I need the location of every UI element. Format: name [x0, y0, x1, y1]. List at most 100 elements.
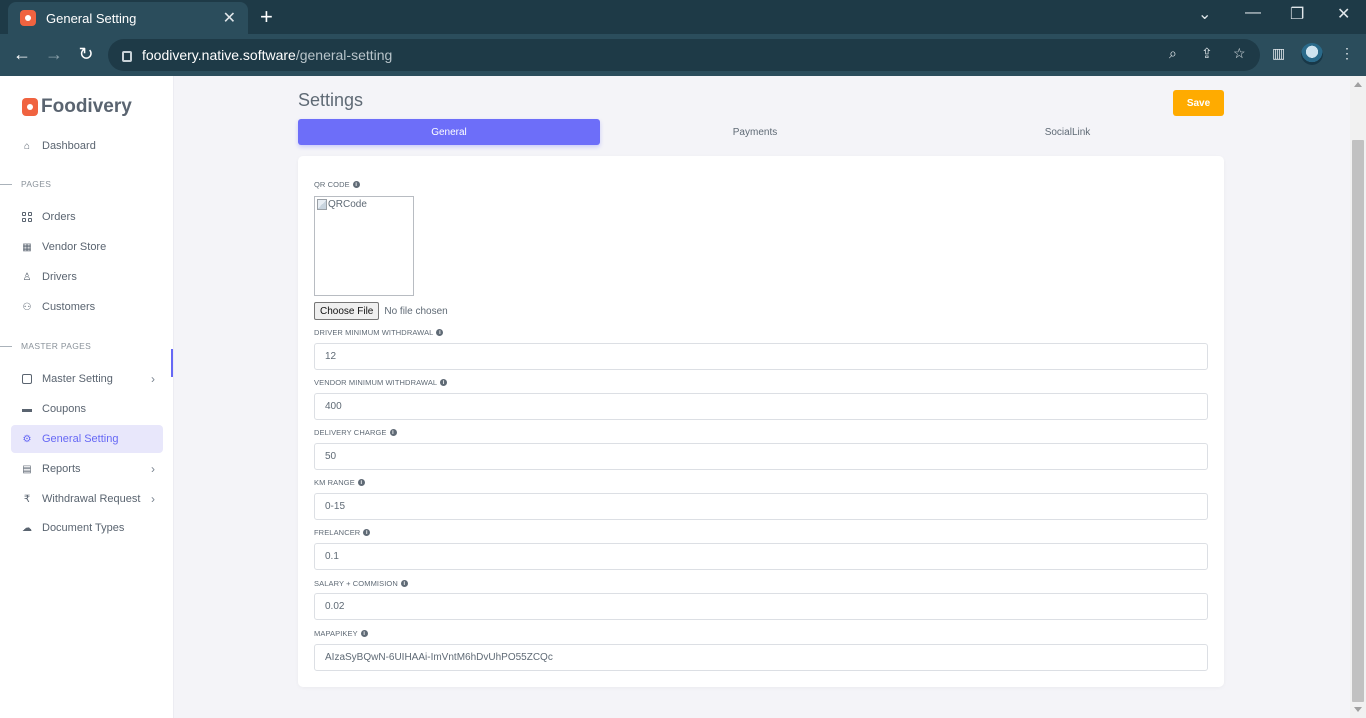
sidebar-item-drivers[interactable]: ♙ Drivers — [11, 263, 163, 291]
chevron-right-icon: › — [151, 462, 155, 476]
chevron-right-icon: › — [151, 372, 155, 386]
brand-logo[interactable]: Foodivery — [22, 96, 132, 118]
sidebar-item-general-setting[interactable]: ⚙ General Setting — [11, 425, 163, 453]
vendor-min-withdrawal-input[interactable] — [314, 393, 1208, 420]
frelancer-input[interactable] — [314, 543, 1208, 570]
tab-title: General Setting — [46, 10, 137, 26]
close-window-icon[interactable]: ✕ — [1337, 4, 1350, 24]
vendor-min-withdrawal-label: VENDOR MINIMUM WITHDRAWAL i — [314, 378, 448, 387]
info-icon: i — [352, 181, 360, 188]
sidebar-item-reports[interactable]: ▤ Reports › — [11, 455, 163, 483]
lock-icon — [122, 50, 132, 62]
delivery-charge-label: DELIVERY CHARGE i — [314, 428, 397, 437]
tab-search-chevron-icon[interactable]: ⌄ — [1198, 4, 1211, 24]
scroll-up-icon[interactable] — [1354, 82, 1362, 87]
sidebar-item-label: Dashboard — [42, 140, 96, 152]
sidebar-item-label: Master Setting — [42, 373, 113, 385]
foodivery-favicon-icon — [20, 10, 36, 26]
back-arrow-icon[interactable]: ← — [11, 43, 33, 65]
sidebar-item-label: Coupons — [42, 403, 87, 415]
driver-min-withdrawal-input[interactable] — [314, 343, 1208, 370]
tab-sociallink[interactable]: SocialLink — [911, 119, 1224, 145]
qr-code-image: QRCode — [314, 196, 414, 296]
minimize-icon[interactable]: — — [1245, 4, 1261, 22]
sidebar-item-label: Document Types — [42, 522, 125, 534]
km-range-label: KM RANGE i — [314, 478, 365, 487]
new-tab-button[interactable]: + — [260, 4, 273, 30]
sidebar-item-label: Orders — [42, 211, 76, 223]
page-title: Settings — [298, 90, 364, 110]
menu-kebab-icon[interactable]: ⋮ — [1340, 45, 1354, 62]
sidebar-item-vendor-store[interactable]: ▦ Vendor Store — [11, 233, 163, 261]
url-host: foodivery.native.software — [142, 47, 296, 63]
map-api-key-label: MAPAPIKEY i — [314, 629, 368, 638]
salary-commision-input[interactable] — [314, 593, 1208, 620]
sidebar-item-coupons[interactable]: ▬ Coupons — [11, 395, 163, 423]
sidebar-item-document-types[interactable]: ☁ Document Types — [11, 514, 163, 542]
main-content: Settings Save General Payments SocialLin… — [174, 76, 1350, 718]
qr-file-input: Choose File No file chosen — [314, 302, 448, 320]
location-pin-icon — [22, 98, 38, 116]
section-label-master-pages: MASTER PAGES — [0, 341, 91, 351]
info-icon: i — [440, 379, 448, 386]
share-icon[interactable]: ⇪ — [1201, 45, 1213, 62]
map-api-key-input[interactable] — [314, 644, 1208, 671]
info-icon: i — [400, 580, 408, 587]
active-item-indicator — [171, 349, 173, 377]
browser-toolbar: ← → ↻ foodivery.native.software/general-… — [0, 34, 1366, 76]
sidebar-item-label: Withdrawal Request — [42, 493, 141, 505]
save-button[interactable]: Save — [1173, 90, 1224, 116]
km-range-input[interactable] — [314, 493, 1208, 520]
tab-general[interactable]: General — [298, 119, 600, 145]
sidebar-item-dashboard[interactable]: ⌂ Dashboard — [11, 132, 163, 160]
url-path: /general-setting — [295, 47, 393, 63]
restore-icon[interactable]: ❐ — [1290, 4, 1304, 24]
qr-code-alt-text: QRCode — [328, 199, 367, 210]
info-icon: i — [436, 329, 444, 336]
file-icon: ▤ — [22, 463, 32, 475]
scroll-down-icon[interactable] — [1354, 707, 1362, 712]
sidebar: Foodivery ⌂ Dashboard PAGES Orders ▦ Ven… — [0, 76, 174, 718]
zoom-search-icon[interactable]: ⌕ — [1169, 45, 1177, 62]
browser-tab[interactable]: General Setting ✕ — [8, 2, 248, 34]
scroll-thumb[interactable] — [1352, 140, 1364, 702]
grid-icon — [22, 212, 32, 222]
reload-icon[interactable]: ↻ — [75, 43, 97, 65]
sidebar-item-label: Vendor Store — [42, 241, 107, 253]
sidebar-item-orders[interactable]: Orders — [11, 203, 163, 231]
address-bar[interactable]: foodivery.native.software/general-settin… — [108, 39, 1260, 71]
broken-image-icon: QRCode — [317, 199, 367, 210]
close-tab-icon[interactable]: ✕ — [223, 8, 236, 28]
tab-payments[interactable]: Payments — [603, 119, 907, 145]
user-icon: ♙ — [22, 271, 32, 283]
sidebar-item-withdrawal-request[interactable]: ₹ Withdrawal Request › — [11, 485, 163, 513]
sidebar-item-label: General Setting — [42, 433, 119, 445]
bookmark-star-icon[interactable]: ☆ — [1233, 45, 1246, 62]
profile-avatar[interactable] — [1301, 43, 1323, 65]
sidebar-item-label: Drivers — [42, 271, 77, 283]
sidebar-item-label: Reports — [42, 463, 81, 475]
browser-tab-strip: General Setting ✕ + ⌄ — ❐ ✕ — [0, 0, 1366, 34]
gear-icon: ⚙ — [22, 433, 32, 445]
columns-icon — [22, 374, 32, 384]
info-icon: i — [389, 429, 397, 436]
side-panel-icon[interactable]: ▥ — [1272, 45, 1285, 62]
settings-tabs: General Payments SocialLink — [298, 119, 1224, 145]
choose-file-button[interactable]: Choose File — [314, 302, 380, 320]
frelancer-label: FRELANCER i — [314, 528, 371, 537]
sidebar-item-label: Customers — [42, 301, 96, 313]
info-icon: i — [360, 630, 368, 637]
section-label-pages: PAGES — [0, 179, 51, 189]
cloud-upload-icon: ☁ — [22, 522, 32, 534]
sidebar-item-customers[interactable]: ⚇ Customers — [11, 293, 163, 321]
delivery-charge-input[interactable] — [314, 443, 1208, 470]
table-icon: ▦ — [22, 241, 32, 253]
sidebar-item-master-setting[interactable]: Master Setting › — [11, 365, 163, 393]
home-icon: ⌂ — [23, 140, 31, 152]
chevron-right-icon: › — [151, 492, 155, 506]
page-scrollbar[interactable] — [1350, 76, 1366, 718]
info-icon: i — [357, 479, 365, 486]
forward-arrow-icon[interactable]: → — [43, 43, 65, 65]
general-settings-card: QR CODE i QRCode Choose File No file chos… — [298, 156, 1224, 687]
rupee-icon: ₹ — [23, 493, 31, 505]
